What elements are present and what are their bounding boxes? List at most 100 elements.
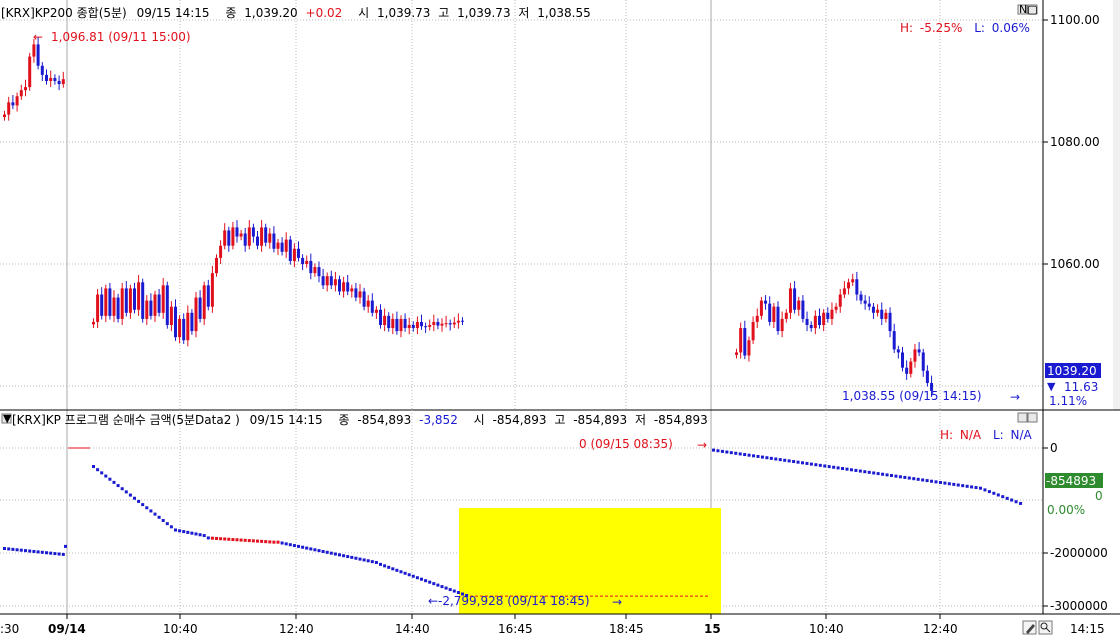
program-point	[925, 479, 929, 483]
candle-body	[415, 321, 419, 329]
price-low-value: 1,038.55	[537, 6, 590, 20]
program-point	[1005, 496, 1009, 500]
candle-body	[198, 297, 202, 319]
candle-body	[182, 318, 186, 341]
program-datetime: 09/15 14:15	[250, 413, 323, 427]
price-h-label: H:	[900, 21, 913, 35]
candle-body	[297, 248, 300, 258]
program-hl: H: N/A L: N/A	[940, 428, 1033, 442]
program-y-tick-0: 0	[1050, 441, 1058, 455]
program-point	[938, 480, 942, 484]
candle-body	[329, 276, 333, 286]
candle-body	[838, 294, 842, 307]
program-point	[420, 577, 423, 581]
program-point	[769, 456, 773, 460]
program-point	[444, 586, 448, 590]
program-y-tick-minus3m: -3000000	[1050, 599, 1108, 613]
price-close-value: 1,039.20	[244, 6, 297, 20]
candle-body	[235, 227, 239, 237]
program-point	[120, 487, 124, 491]
program-point	[137, 499, 141, 503]
candle-body	[444, 323, 448, 325]
candle-body	[747, 340, 751, 356]
program-close-value: -854,893	[357, 413, 411, 427]
program-point	[36, 550, 40, 554]
program-point	[149, 509, 153, 513]
candle-body	[739, 328, 743, 353]
program-h-label: H:	[940, 428, 953, 442]
panel-buttons-glyph: N▢	[1019, 3, 1038, 16]
program-point	[428, 580, 432, 584]
program-point	[391, 567, 395, 571]
program-y-tick-minus2m: -2000000	[1050, 546, 1108, 560]
max-price-arrow: ←	[33, 30, 43, 44]
candle-body	[247, 227, 251, 246]
program-point	[301, 545, 305, 549]
program-point	[268, 540, 272, 544]
candle-body	[876, 309, 880, 313]
program-point	[752, 454, 756, 458]
program-point	[354, 556, 358, 560]
program-point	[814, 463, 818, 467]
candle-body	[888, 312, 892, 332]
program-point	[783, 458, 787, 462]
price-panel-buttons[interactable]: N▢	[1017, 3, 1038, 16]
program-point	[912, 477, 916, 481]
program-point	[738, 452, 742, 456]
program-point	[996, 493, 1000, 497]
program-point	[251, 539, 255, 543]
candle-body	[165, 285, 169, 325]
candle-body	[370, 300, 374, 313]
vertical-scrollbar[interactable]	[1113, 0, 1120, 410]
candle-body	[206, 285, 210, 307]
candle-body	[420, 321, 423, 327]
candle-body	[284, 239, 288, 252]
y-tick-1100: 1100.00	[1050, 13, 1100, 27]
program-point	[24, 549, 27, 553]
program-point	[894, 474, 898, 478]
program-point	[881, 472, 885, 476]
candle-body	[116, 297, 120, 319]
candle-body	[61, 79, 65, 85]
price-change-pct: 1.11%	[1049, 394, 1087, 408]
candle-body	[53, 77, 57, 81]
program-point	[7, 547, 11, 551]
program-point	[96, 468, 100, 472]
candle-body	[256, 236, 259, 246]
program-symbol: [KRX]KP 프로그램 순매수 금액(5분Data2 )	[12, 413, 240, 427]
candle-body	[784, 312, 788, 319]
candle-body	[921, 352, 925, 371]
candle-body	[219, 245, 223, 258]
program-max-annotation: 0 (09/15 08:35)	[579, 437, 673, 451]
program-point	[992, 491, 996, 495]
program-point	[161, 518, 165, 522]
program-point	[947, 482, 951, 486]
candle-body	[7, 102, 11, 115]
program-point	[231, 538, 235, 542]
program-point	[100, 471, 104, 475]
program-point	[61, 552, 65, 556]
candle-body	[174, 306, 177, 338]
program-panel-buttons[interactable]	[1017, 412, 1038, 423]
candle-body	[194, 297, 198, 332]
program-point	[292, 544, 296, 548]
program-point	[383, 564, 387, 568]
program-point	[970, 485, 974, 489]
candle-body	[403, 318, 407, 329]
chart-window: [KRX]KP200 종합(5분) 09/15 14:15 종 1,039.20…	[0, 0, 1120, 643]
candle-body	[374, 309, 378, 313]
candle-body	[280, 242, 284, 252]
y-tick-1060: 1060.00	[1050, 257, 1100, 271]
zoom-icon[interactable]	[1038, 620, 1053, 635]
pencil-icon[interactable]	[1022, 620, 1037, 635]
program-point	[260, 539, 264, 543]
program-point	[716, 449, 720, 453]
program-point	[436, 583, 440, 587]
program-point	[374, 560, 378, 564]
x-label-1240-a: 12:40	[279, 622, 314, 636]
candle-body	[362, 291, 366, 307]
candle-body	[186, 312, 190, 341]
program-point	[823, 464, 827, 468]
program-point	[313, 548, 317, 552]
candle-body	[153, 294, 157, 316]
